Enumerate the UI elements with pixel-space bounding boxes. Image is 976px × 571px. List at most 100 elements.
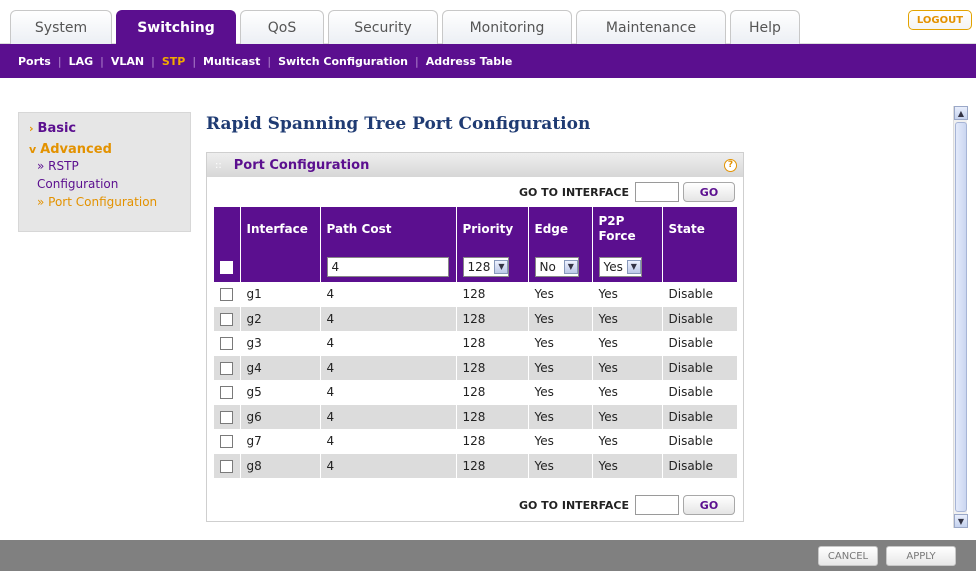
sidebar-item-basic[interactable]: › Basic xyxy=(29,121,190,136)
cancel-button[interactable]: CANCEL xyxy=(818,546,878,566)
main-tabs: System Switching QoS Security Monitoring Main… xyxy=(10,10,804,44)
priority-cell: 128 xyxy=(456,380,529,405)
sidebar-item-label: » RSTP xyxy=(37,159,79,173)
path-cost-cell: 4 xyxy=(320,380,457,405)
row-select-cell xyxy=(214,404,241,429)
goto-interface-label: GO TO INTERFACE xyxy=(518,185,629,199)
select-all-checkbox[interactable] xyxy=(220,260,233,274)
edge-cell: Yes xyxy=(528,429,593,454)
edge-select-value: No xyxy=(539,259,556,274)
priority-cell: 128 xyxy=(456,282,529,307)
p2p-force-select[interactable]: Yes ▼ xyxy=(598,256,642,277)
path-cost-cell: 4 xyxy=(320,282,457,307)
edit-row-select-cell xyxy=(214,251,241,282)
edge-cell: Yes xyxy=(528,404,593,429)
sidebar-item-port-configuration[interactable]: » Port Configuration xyxy=(37,195,190,209)
path-cost-cell: 4 xyxy=(320,453,457,478)
vertical-scrollbar[interactable]: ▲ ▼ xyxy=(953,106,968,528)
edge-select[interactable]: No ▼ xyxy=(534,256,579,277)
state-cell: Disable xyxy=(662,453,738,478)
port-table: Interface Path Cost Priority Edge P2P Fo… xyxy=(214,207,738,478)
tab-security[interactable]: Security xyxy=(328,10,438,44)
p2p-force-select-value: Yes xyxy=(603,259,623,274)
state-cell: Disable xyxy=(662,380,738,405)
port-configuration-panel: :: Port Configuration ? GO TO INTERFACE … xyxy=(206,152,744,522)
scroll-up-icon[interactable]: ▲ xyxy=(954,106,968,120)
priority-select[interactable]: 128 ▼ xyxy=(462,256,510,277)
table-row: g7 4 128 Yes Yes Disable xyxy=(214,429,738,454)
arrow-right-icon: › xyxy=(29,122,34,135)
table-header-select xyxy=(214,207,241,251)
table-header-row: Interface Path Cost Priority Edge P2P Fo… xyxy=(214,207,738,251)
row-checkbox[interactable] xyxy=(220,386,233,400)
row-checkbox[interactable] xyxy=(220,337,233,351)
scroll-down-icon[interactable]: ▼ xyxy=(954,514,968,528)
edit-row: 4 128 ▼ No ▼ Yes ▼ xyxy=(214,251,738,282)
table-row: g8 4 128 Yes Yes Disable xyxy=(214,453,738,478)
priority-cell: 128 xyxy=(456,453,529,478)
row-checkbox[interactable] xyxy=(220,459,233,473)
subnav-item-multicast[interactable]: Multicast xyxy=(203,55,260,68)
panel-header: :: Port Configuration ? xyxy=(207,153,743,177)
go-button[interactable]: GO xyxy=(683,495,735,515)
subnav-item-address-table[interactable]: Address Table xyxy=(426,55,513,68)
row-checkbox[interactable] xyxy=(220,312,233,326)
row-checkbox[interactable] xyxy=(220,361,233,375)
path-cost-cell: 4 xyxy=(320,331,457,356)
row-select-cell xyxy=(214,331,241,356)
tab-monitoring[interactable]: Monitoring xyxy=(442,10,572,44)
subnav-separator: | xyxy=(267,54,272,68)
table-row: g6 4 128 Yes Yes Disable xyxy=(214,404,738,429)
footer-bar: CANCEL APPLY xyxy=(0,540,976,571)
row-select-cell xyxy=(214,429,241,454)
tab-system[interactable]: System xyxy=(10,10,112,44)
go-button[interactable]: GO xyxy=(683,182,735,202)
row-checkbox[interactable] xyxy=(220,288,233,302)
chevron-down-icon: ▼ xyxy=(563,259,578,274)
logout-button[interactable]: LOGOUT xyxy=(908,10,972,30)
table-header-p2p-force-text: P2P Force xyxy=(598,214,636,243)
table-row: g2 4 128 Yes Yes Disable xyxy=(214,306,738,331)
subnav-item-stp[interactable]: STP xyxy=(162,55,186,68)
state-cell: Disable xyxy=(662,355,738,380)
p2p-force-cell: Yes xyxy=(592,306,663,331)
tab-qos[interactable]: QoS xyxy=(240,10,324,44)
subnav-separator: | xyxy=(151,54,155,68)
goto-interface-input[interactable] xyxy=(635,182,679,202)
tab-switching[interactable]: Switching xyxy=(116,10,236,44)
subnav-item-ports[interactable]: Ports xyxy=(18,55,51,68)
state-cell: Disable xyxy=(662,404,738,429)
tab-help[interactable]: Help xyxy=(730,10,800,44)
subnav-item-vlan[interactable]: VLAN xyxy=(111,55,144,68)
p2p-force-cell: Yes xyxy=(592,429,663,454)
path-cost-input[interactable]: 4 xyxy=(326,256,449,277)
p2p-force-cell: Yes xyxy=(592,453,663,478)
chevron-down-icon: ▼ xyxy=(494,259,509,274)
scroll-thumb[interactable] xyxy=(955,122,967,512)
interface-cell: g2 xyxy=(240,306,321,331)
apply-button[interactable]: APPLY xyxy=(886,546,956,566)
help-icon[interactable]: ? xyxy=(724,158,737,172)
edit-row-path-cost-cell: 4 xyxy=(320,251,457,282)
p2p-force-cell: Yes xyxy=(592,331,663,356)
sidebar-item-rstp-configuration[interactable]: » RSTP Configuration xyxy=(37,159,190,191)
table-header-state: State xyxy=(662,207,738,251)
chevron-down-icon: v xyxy=(29,143,37,156)
table-row: g3 4 128 Yes Yes Disable xyxy=(214,331,738,356)
interface-cell: g6 xyxy=(240,404,321,429)
subnav-item-lag[interactable]: LAG xyxy=(69,55,94,68)
state-cell: Disable xyxy=(662,331,738,356)
edit-row-edge-cell: No ▼ xyxy=(528,251,593,282)
edge-cell: Yes xyxy=(528,306,593,331)
sub-nav: Ports | LAG | VLAN | STP | Multicast | Switch Conf… xyxy=(0,44,976,78)
page-title: Rapid Spanning Tree Port Configuration xyxy=(206,114,591,134)
state-cell: Disable xyxy=(662,282,738,307)
sidebar-item-advanced[interactable]: v Advanced xyxy=(29,142,190,157)
tab-maintenance[interactable]: Maintenance xyxy=(576,10,726,44)
row-checkbox[interactable] xyxy=(220,435,233,449)
goto-interface-input[interactable] xyxy=(635,495,679,515)
interface-cell: g8 xyxy=(240,453,321,478)
table-header-p2p-force: P2P Force xyxy=(592,207,663,251)
subnav-item-switch-configuration[interactable]: Switch Configuration xyxy=(278,55,408,68)
row-checkbox[interactable] xyxy=(220,410,233,424)
